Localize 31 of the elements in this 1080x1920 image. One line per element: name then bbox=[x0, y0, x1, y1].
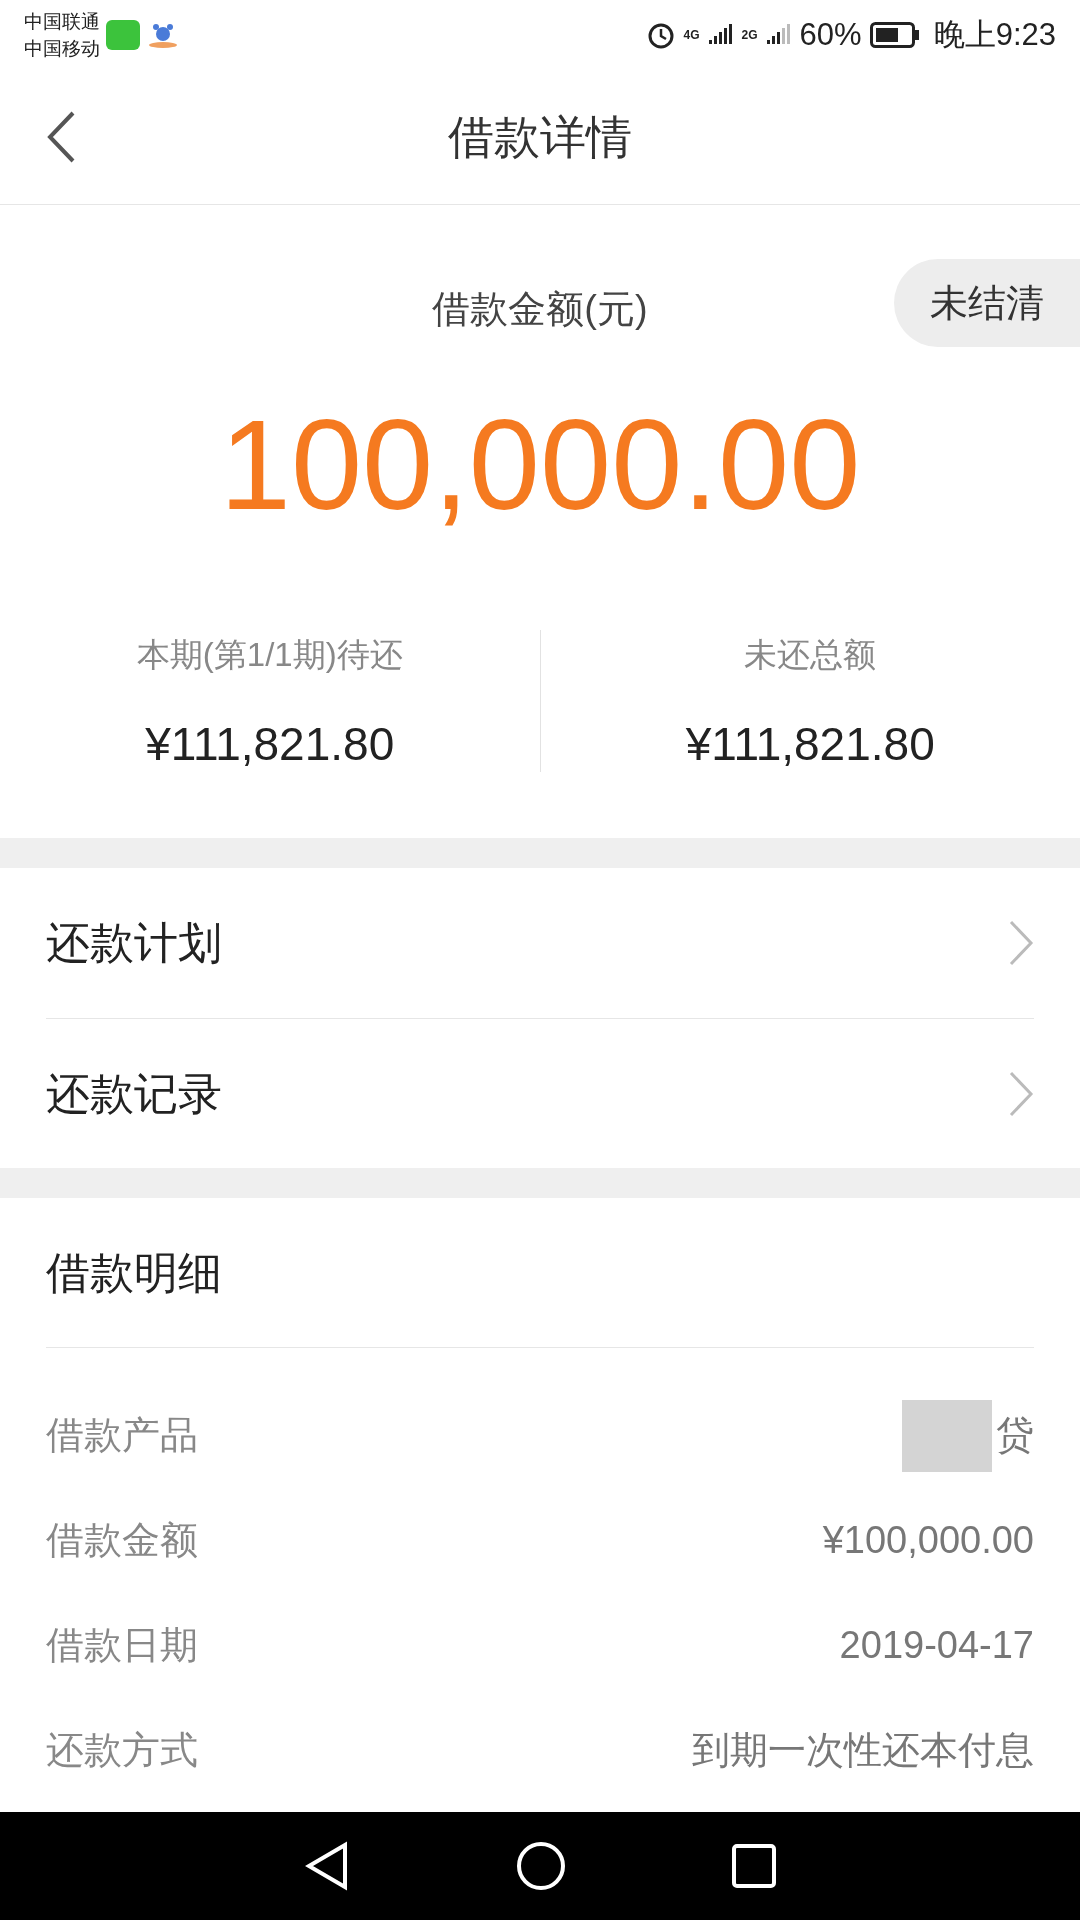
stat-label: 本期(第1/1期)待还 bbox=[136, 635, 403, 675]
status-badge: 未结清 bbox=[894, 259, 1080, 347]
stat-value: ¥111,821.80 bbox=[685, 717, 935, 772]
section-title: 借款明细 bbox=[46, 1246, 222, 1299]
loan-amount: 100,000.00 bbox=[219, 392, 861, 538]
battery-icon bbox=[869, 22, 920, 48]
carrier-name: 中国联通 bbox=[24, 10, 100, 34]
stat-label: 未还总额 bbox=[744, 635, 877, 675]
detail-value: 贷 bbox=[996, 1413, 1034, 1458]
stat-value: ¥111,821.80 bbox=[145, 717, 395, 772]
home-nav-button[interactable] bbox=[516, 1841, 566, 1891]
network-label: 4G bbox=[683, 27, 700, 44]
detail-value: 到期一次性还本付息 bbox=[692, 1728, 1034, 1773]
clock-time: 晚上9:23 bbox=[933, 15, 1056, 54]
recents-nav-button[interactable] bbox=[731, 1843, 778, 1889]
amount-label: 借款金额(元) bbox=[432, 287, 648, 332]
carrier-name: 中国移动 bbox=[24, 37, 100, 61]
detail-label: 借款金额 bbox=[46, 1518, 198, 1563]
app-icon bbox=[106, 20, 140, 50]
network-label: 2G bbox=[741, 27, 758, 44]
detail-label: 借款日期 bbox=[46, 1623, 198, 1668]
menu-row[interactable]: 还款计划 bbox=[46, 868, 1034, 1018]
detail-value: ¥100,000.00 bbox=[822, 1518, 1034, 1563]
chevron-right-icon bbox=[1008, 919, 1034, 967]
detail-label: 借款产品 bbox=[46, 1413, 198, 1458]
detail-value: 2019-04-17 bbox=[839, 1623, 1034, 1668]
chevron-right-icon bbox=[1008, 1069, 1034, 1118]
detail-label: 还款方式 bbox=[46, 1728, 198, 1773]
battery-percent: 60% bbox=[799, 15, 862, 54]
page-title: 借款详情 bbox=[448, 109, 632, 165]
back-button[interactable] bbox=[46, 110, 76, 164]
